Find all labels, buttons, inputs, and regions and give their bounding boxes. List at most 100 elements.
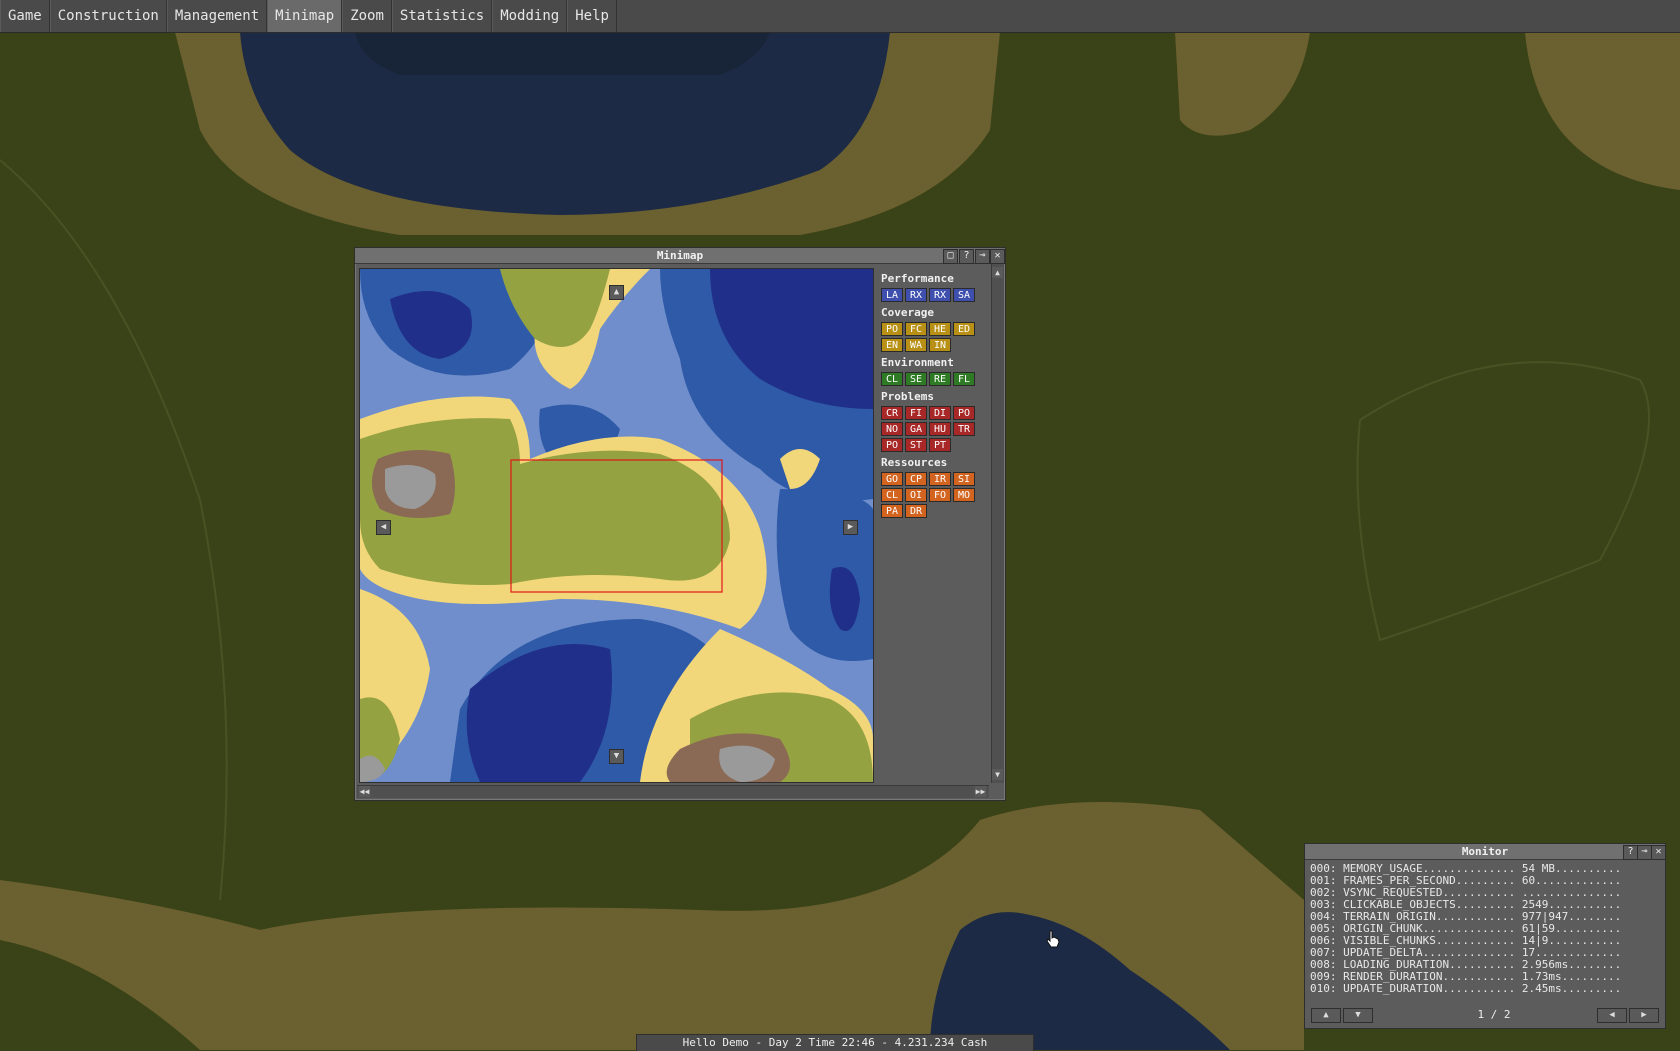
overlay-button[interactable]: IR xyxy=(929,472,951,486)
overlay-button[interactable]: PO xyxy=(881,438,903,452)
help-icon[interactable]: ? xyxy=(959,249,974,264)
overlay-button[interactable]: WA xyxy=(905,338,927,352)
monitor-list: 000: MEMORY_USAGE.............. 54 MB...… xyxy=(1310,863,1662,995)
monitor-title[interactable]: Monitor xyxy=(1305,844,1665,860)
page-indicator: 1 / 2 xyxy=(1477,1008,1511,1021)
monitor-row: 002: VSYNC_REQUESTED........... ........… xyxy=(1310,887,1622,899)
overlay-button[interactable]: NO xyxy=(881,422,903,436)
monitor-window: Monitor ? ⊸ ✕ 000: MEMORY_USAGE.........… xyxy=(1304,843,1666,1029)
overlay-button[interactable]: ST xyxy=(905,438,927,452)
overlay-button[interactable]: FI xyxy=(905,406,927,420)
row-down-icon[interactable]: ▼ xyxy=(1343,1008,1373,1023)
status-bar: Hello Demo - Day 2 Time 22:46 - 4.231.23… xyxy=(636,1034,1034,1051)
scroll-down-icon[interactable]: ▼ xyxy=(992,769,1003,780)
overlay-button-row: PO ST PT xyxy=(881,438,989,452)
scroll-right-icon[interactable]: ▶ xyxy=(843,520,858,535)
scroll-up-icon[interactable]: ▲ xyxy=(992,267,1003,278)
overlay-button[interactable]: MO xyxy=(953,488,975,502)
minimap-canvas[interactable]: ▲ ▼ ◀ ▶ xyxy=(359,268,874,783)
menu-construction[interactable]: Construction xyxy=(49,0,167,32)
overlay-button[interactable]: DR xyxy=(905,504,927,518)
minimap-window: Minimap □ ? ⊸ ✕ ▲ ▼ ◀ ▶ Performance LA R… xyxy=(354,247,1006,801)
overlay-button-row: PO FC HE ED xyxy=(881,322,989,336)
overlay-button[interactable]: RE xyxy=(929,372,951,386)
minimap-title[interactable]: Minimap xyxy=(355,248,1005,264)
overlay-button-row: PA DR xyxy=(881,504,989,518)
menu-bar: Game Construction Management Minimap Zoo… xyxy=(0,0,1680,33)
overlay-button[interactable]: CL xyxy=(881,488,903,502)
scroll-left-icon[interactable]: ◀◀ xyxy=(359,786,370,797)
maximize-icon[interactable]: □ xyxy=(943,249,958,264)
overlay-button[interactable]: EN xyxy=(881,338,903,352)
overlay-button[interactable]: HE xyxy=(929,322,951,336)
scroll-left-icon[interactable]: ◀ xyxy=(376,520,391,535)
menu-zoom[interactable]: Zoom xyxy=(342,0,392,32)
overlay-button[interactable]: FC xyxy=(905,322,927,336)
row-up-icon[interactable]: ▲ xyxy=(1311,1008,1341,1023)
monitor-row: 009: RENDER_DURATION........... 1.73ms..… xyxy=(1310,971,1622,983)
vertical-scrollbar[interactable]: ▲ ▼ xyxy=(991,264,1004,783)
scroll-up-icon[interactable]: ▲ xyxy=(609,285,624,300)
overlay-button[interactable]: HU xyxy=(929,422,951,436)
overlay-button[interactable]: ED xyxy=(953,322,975,336)
monitor-footer: ▲ ▼ 1 / 2 ◀ ▶ xyxy=(1309,1007,1661,1023)
pin-icon[interactable]: ⊸ xyxy=(1637,845,1652,860)
prev-page-icon[interactable]: ◀ xyxy=(1597,1008,1627,1023)
close-icon[interactable]: ✕ xyxy=(990,249,1005,264)
monitor-row: 005: ORIGIN_CHUNK.............. 61|59...… xyxy=(1310,923,1622,935)
overlay-button[interactable]: SI xyxy=(953,472,975,486)
overlay-button[interactable]: GA xyxy=(905,422,927,436)
monitor-row: 010: UPDATE_DURATION........... 2.45ms..… xyxy=(1310,983,1622,995)
overlay-button[interactable]: PO xyxy=(953,406,975,420)
overlay-button[interactable]: PO xyxy=(881,322,903,336)
monitor-row: 003: CLICKABLE_OBJECTS......... 2549....… xyxy=(1310,899,1622,911)
menu-minimap[interactable]: Minimap xyxy=(267,0,343,32)
menu-statistics[interactable]: Statistics xyxy=(391,0,493,32)
overlay-button[interactable]: PT xyxy=(929,438,951,452)
overlay-button[interactable]: FO xyxy=(929,488,951,502)
overlay-button[interactable]: TR xyxy=(953,422,975,436)
hand-cursor-icon xyxy=(1046,930,1060,948)
help-icon[interactable]: ? xyxy=(1623,845,1638,860)
overlay-button-row: GO CP IR SI xyxy=(881,472,989,486)
overlay-button[interactable]: CP xyxy=(905,472,927,486)
monitor-row: 006: VISIBLE_CHUNKS............ 14|9....… xyxy=(1310,935,1622,947)
overlay-button-row: CL SE RE FL xyxy=(881,372,989,386)
overlay-button[interactable]: IN xyxy=(929,338,951,352)
overlay-group-title: Problems xyxy=(881,390,934,403)
overlay-button[interactable]: LA xyxy=(881,288,903,302)
next-page-icon[interactable]: ▶ xyxy=(1629,1008,1659,1023)
monitor-row: 008: LOADING_DURATION.......... 2.956ms.… xyxy=(1310,959,1622,971)
scroll-down-icon[interactable]: ▼ xyxy=(609,749,624,764)
overlay-button[interactable]: SA xyxy=(953,288,975,302)
overlay-button[interactable]: OI xyxy=(905,488,927,502)
overlay-button[interactable]: PA xyxy=(881,504,903,518)
overlay-button[interactable]: RX xyxy=(905,288,927,302)
overlay-button-row: EN WA IN xyxy=(881,338,989,352)
overlay-button[interactable]: SE xyxy=(905,372,927,386)
monitor-row: 004: TERRAIN_ORIGIN............ 977|947.… xyxy=(1310,911,1622,923)
overlay-button-row: CR FI DI PO xyxy=(881,406,989,420)
menu-management[interactable]: Management xyxy=(166,0,268,32)
overlay-button[interactable]: FL xyxy=(953,372,975,386)
close-icon[interactable]: ✕ xyxy=(1651,845,1666,860)
overlay-button[interactable]: CR xyxy=(881,406,903,420)
monitor-row: 000: MEMORY_USAGE.............. 54 MB...… xyxy=(1310,863,1622,875)
overlay-button[interactable]: RX xyxy=(929,288,951,302)
menu-modding[interactable]: Modding xyxy=(492,0,568,32)
monitor-row: 001: FRAMES_PER_SECOND......... 60......… xyxy=(1310,875,1622,887)
scroll-right-icon[interactable]: ▶▶ xyxy=(975,786,986,797)
overlay-panel: Performance LA RX RX SA Coverage PO FC HE ED EN WA I… xyxy=(879,268,989,781)
menu-game[interactable]: Game xyxy=(0,0,50,32)
menu-help[interactable]: Help xyxy=(567,0,617,32)
overlay-group-title: Performance xyxy=(881,272,954,285)
overlay-button-row: CL OI FO MO xyxy=(881,488,989,502)
overlay-button[interactable]: DI xyxy=(929,406,951,420)
pin-icon[interactable]: ⊸ xyxy=(975,249,990,264)
horizontal-scrollbar[interactable]: ◀◀ ▶▶ xyxy=(357,785,989,798)
overlay-button[interactable]: CL xyxy=(881,372,903,386)
overlay-button-row: LA RX RX SA xyxy=(881,288,989,302)
overlay-group-title: Environment xyxy=(881,356,954,369)
overlay-button[interactable]: GO xyxy=(881,472,903,486)
monitor-row: 007: UPDATE_DELTA.............. 17......… xyxy=(1310,947,1622,959)
